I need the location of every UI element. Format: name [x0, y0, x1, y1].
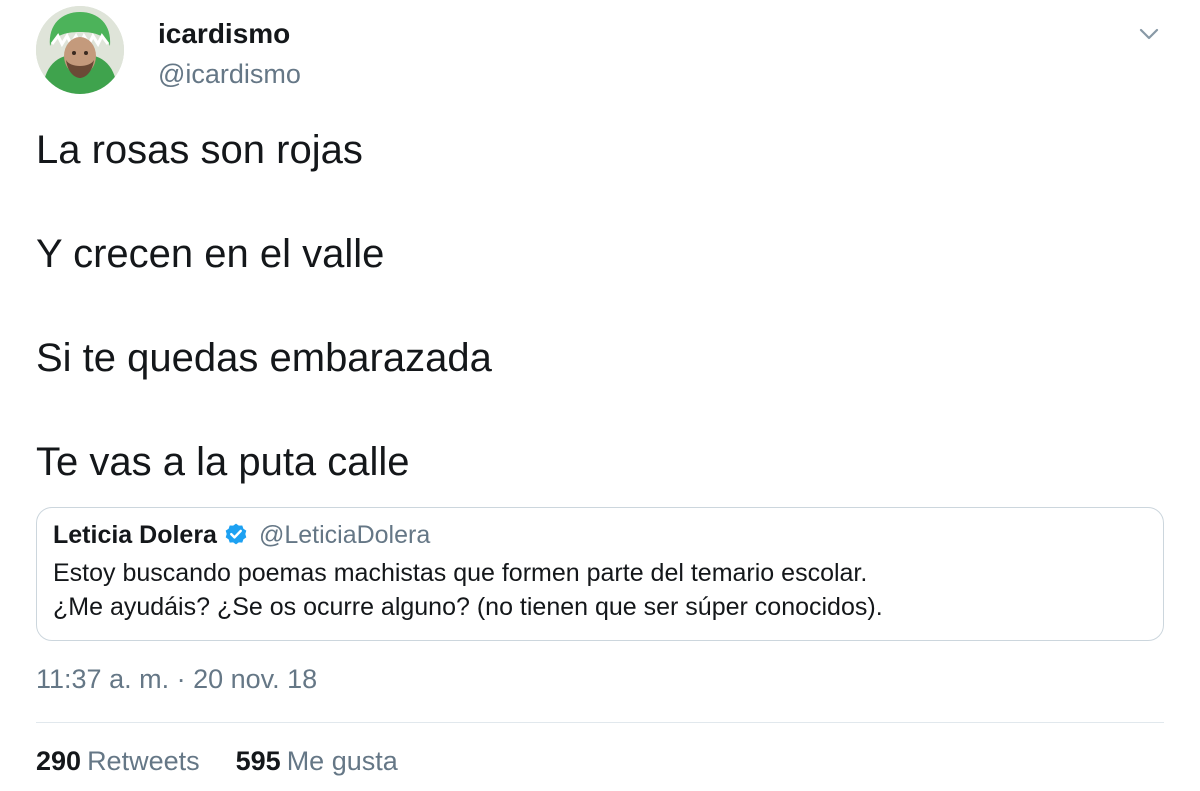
quoted-text-line: ¿Me ayudáis? ¿Se os ocurre alguno? (no t… [53, 593, 883, 621]
retweets-label: Retweets [87, 746, 200, 776]
avatar-image [36, 6, 124, 94]
author-display-name[interactable]: icardismo [158, 18, 301, 50]
quoted-text-line: Estoy buscando poemas machistas que form… [53, 559, 868, 587]
tweet-timestamp[interactable]: 11:37 a. m. · 20 nov. 18 [36, 664, 317, 695]
tweet-stats: 290 Retweets 595 Me gusta [36, 746, 434, 777]
quoted-tweet-header: Leticia Dolera @LeticiaDolera [53, 520, 1147, 550]
verified-badge-icon [225, 523, 247, 545]
likes-stat[interactable]: 595 Me gusta [236, 746, 398, 777]
avatar[interactable] [36, 6, 124, 94]
tweet-line: Y crecen en el valle [36, 232, 385, 276]
author-handle[interactable]: @icardismo [158, 58, 301, 90]
author-info: icardismo @icardismo [158, 18, 301, 90]
chevron-down-icon[interactable] [1138, 26, 1160, 42]
quoted-tweet-card[interactable]: Leticia Dolera @LeticiaDolera Estoy busc… [36, 507, 1164, 641]
retweets-stat[interactable]: 290 Retweets [36, 746, 200, 777]
quoted-author-handle: @LeticiaDolera [258, 520, 431, 549]
retweets-count: 290 [36, 746, 82, 776]
likes-count: 595 [235, 746, 281, 776]
tweet-line: Te vas a la puta calle [36, 440, 410, 484]
tweet-line: La rosas son rojas [36, 128, 363, 172]
quoted-author-name: Leticia Dolera [53, 520, 217, 549]
tweet-body: La rosas son rojas Y crecen en el valle … [36, 124, 1156, 488]
tweet-line: Si te quedas embarazada [36, 336, 492, 380]
quoted-tweet-text: Estoy buscando poemas machistas que form… [53, 556, 1147, 624]
tweet-header: icardismo @icardismo [36, 6, 1166, 98]
divider [36, 722, 1164, 723]
likes-label: Me gusta [286, 746, 398, 776]
